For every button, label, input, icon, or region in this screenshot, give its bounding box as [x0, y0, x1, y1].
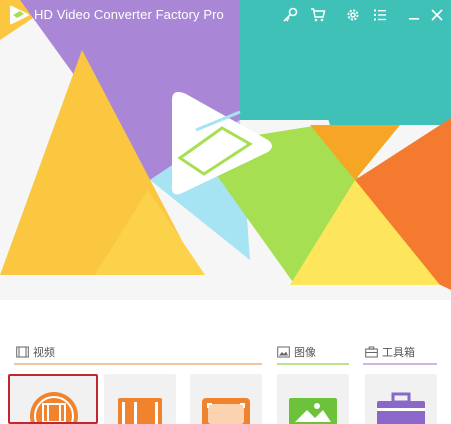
cart-button[interactable] — [307, 4, 329, 26]
gear-icon — [347, 9, 359, 21]
window-title: HD Video Converter Factory Pro — [34, 7, 224, 22]
section-image-header: 图像 — [277, 344, 316, 360]
tile-video-converter[interactable] — [8, 374, 98, 424]
menu-list-button[interactable] — [369, 4, 391, 26]
tile-toolbox[interactable] — [365, 374, 437, 424]
list-icon — [374, 9, 386, 21]
title-bar: HD Video Converter Factory Pro — [0, 0, 451, 30]
film-icon — [16, 346, 29, 358]
tile-image-tool[interactable] — [277, 374, 349, 424]
tile-video-editor[interactable] — [104, 374, 176, 424]
key-icon — [283, 7, 298, 22]
screen-record-icon — [202, 398, 250, 424]
minimize-icon — [409, 18, 419, 20]
toolbox-icon — [365, 346, 378, 358]
app-logo-icon — [8, 5, 30, 25]
settings-button[interactable] — [342, 4, 364, 26]
tile-screen-recorder[interactable] — [190, 374, 262, 424]
gif-maker-icon — [289, 398, 337, 424]
section-video-label: 视频 — [33, 346, 55, 359]
video-edit-icon — [118, 398, 162, 424]
close-icon — [431, 9, 443, 21]
cart-icon — [311, 8, 326, 22]
close-button[interactable] — [426, 4, 448, 26]
section-video-underline — [14, 363, 262, 365]
key-button[interactable] — [279, 4, 301, 26]
minimize-button[interactable] — [403, 4, 425, 26]
video-convert-icon — [30, 392, 78, 422]
section-image-label: 图像 — [294, 346, 316, 359]
section-toolbox-header: 工具箱 — [365, 344, 415, 360]
section-image-underline — [277, 363, 349, 365]
banner-shapes — [0, 0, 451, 300]
section-video-header: 视频 — [16, 344, 55, 360]
feature-sections: 视频 图像 工具箱 — [0, 336, 451, 424]
section-toolbox-underline — [363, 363, 437, 365]
banner-artwork — [0, 0, 451, 300]
section-toolbox-label: 工具箱 — [382, 346, 415, 359]
image-icon — [277, 346, 290, 358]
toolbox-tile-icon — [377, 392, 425, 424]
